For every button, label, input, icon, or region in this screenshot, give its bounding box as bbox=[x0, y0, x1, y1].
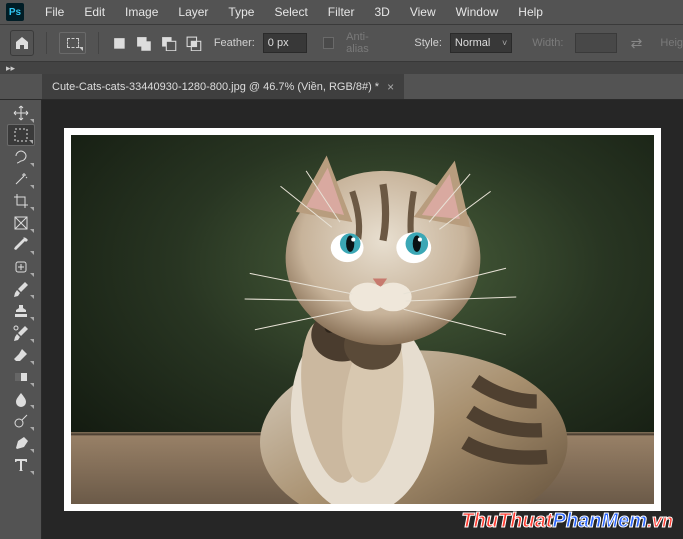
menu-help[interactable]: Help bbox=[509, 2, 552, 22]
frame-tool[interactable] bbox=[7, 212, 35, 234]
document-tab[interactable]: Cute-Cats-cats-33440930-1280-800.jpg @ 4… bbox=[42, 74, 404, 99]
brush-tool[interactable] bbox=[7, 278, 35, 300]
menu-layer[interactable]: Layer bbox=[169, 2, 217, 22]
separator bbox=[98, 32, 99, 54]
style-select[interactable]: Normal ˅ bbox=[450, 33, 512, 53]
marquee-rect-icon bbox=[67, 38, 79, 48]
width-label: Width: bbox=[532, 37, 563, 49]
marquee-mode-button[interactable] bbox=[59, 32, 85, 54]
home-button[interactable] bbox=[10, 30, 34, 56]
eyedropper-tool[interactable] bbox=[7, 234, 35, 256]
feather-label: Feather: bbox=[214, 37, 255, 49]
menu-select[interactable]: Select bbox=[265, 2, 316, 22]
toolbox bbox=[0, 100, 42, 539]
menu-type[interactable]: Type bbox=[219, 2, 263, 22]
dodge-tool[interactable] bbox=[7, 410, 35, 432]
document-image bbox=[71, 135, 654, 504]
height-label: Heig bbox=[660, 37, 683, 49]
marquee-tool[interactable] bbox=[7, 124, 35, 146]
selection-add-icon[interactable] bbox=[135, 34, 152, 52]
panel-collapse-row: ▸▸ bbox=[0, 62, 683, 74]
canvas-area[interactable] bbox=[42, 100, 683, 539]
clone-stamp-tool[interactable] bbox=[7, 300, 35, 322]
workspace bbox=[0, 100, 683, 539]
watermark: ThuThuatPhanMem.vn bbox=[461, 510, 673, 533]
menu-image[interactable]: Image bbox=[116, 2, 167, 22]
selection-new-icon[interactable] bbox=[111, 34, 128, 52]
menubar: Ps File Edit Image Layer Type Select Fil… bbox=[0, 0, 683, 24]
image-border bbox=[64, 128, 661, 511]
close-icon[interactable]: × bbox=[387, 80, 394, 94]
blur-tool[interactable] bbox=[7, 388, 35, 410]
crop-tool[interactable] bbox=[7, 190, 35, 212]
healing-brush-tool[interactable] bbox=[7, 256, 35, 278]
antialias-checkbox bbox=[323, 37, 334, 49]
swap-icon: ⇄ bbox=[631, 35, 643, 52]
selection-intersect-icon[interactable] bbox=[185, 34, 202, 52]
history-brush-tool[interactable] bbox=[7, 322, 35, 344]
chevron-down-icon bbox=[79, 47, 83, 51]
gradient-tool[interactable] bbox=[7, 366, 35, 388]
separator bbox=[46, 32, 47, 54]
antialias-label: Anti-alias bbox=[346, 31, 388, 55]
menu-3d[interactable]: 3D bbox=[365, 2, 398, 22]
watermark-part1: ThuThuat bbox=[461, 510, 552, 532]
magic-wand-tool[interactable] bbox=[7, 168, 35, 190]
feather-input[interactable] bbox=[263, 33, 307, 53]
selection-subtract-icon[interactable] bbox=[160, 34, 177, 52]
document-tab-strip: Cute-Cats-cats-33440930-1280-800.jpg @ 4… bbox=[0, 74, 683, 100]
menu-edit[interactable]: Edit bbox=[75, 2, 114, 22]
style-value: Normal bbox=[455, 37, 490, 49]
menu-filter[interactable]: Filter bbox=[319, 2, 364, 22]
watermark-part2: PhanMem bbox=[553, 510, 647, 532]
menu-file[interactable]: File bbox=[36, 2, 73, 22]
menu-view[interactable]: View bbox=[401, 2, 445, 22]
lasso-tool[interactable] bbox=[7, 146, 35, 168]
document-tab-title: Cute-Cats-cats-33440930-1280-800.jpg @ 4… bbox=[52, 81, 379, 93]
move-tool[interactable] bbox=[7, 102, 35, 124]
panel-toggle-icon[interactable]: ▸▸ bbox=[6, 63, 15, 74]
style-label: Style: bbox=[414, 37, 442, 49]
eraser-tool[interactable] bbox=[7, 344, 35, 366]
pen-tool[interactable] bbox=[7, 432, 35, 454]
width-input bbox=[575, 33, 616, 53]
watermark-part3: .vn bbox=[647, 511, 673, 531]
type-tool[interactable] bbox=[7, 454, 35, 476]
app-logo-icon: Ps bbox=[6, 3, 24, 21]
menu-window[interactable]: Window bbox=[447, 2, 508, 22]
chevron-down-icon: ˅ bbox=[502, 38, 507, 48]
options-bar: Feather: Anti-alias Style: Normal ˅ Widt… bbox=[0, 24, 683, 62]
